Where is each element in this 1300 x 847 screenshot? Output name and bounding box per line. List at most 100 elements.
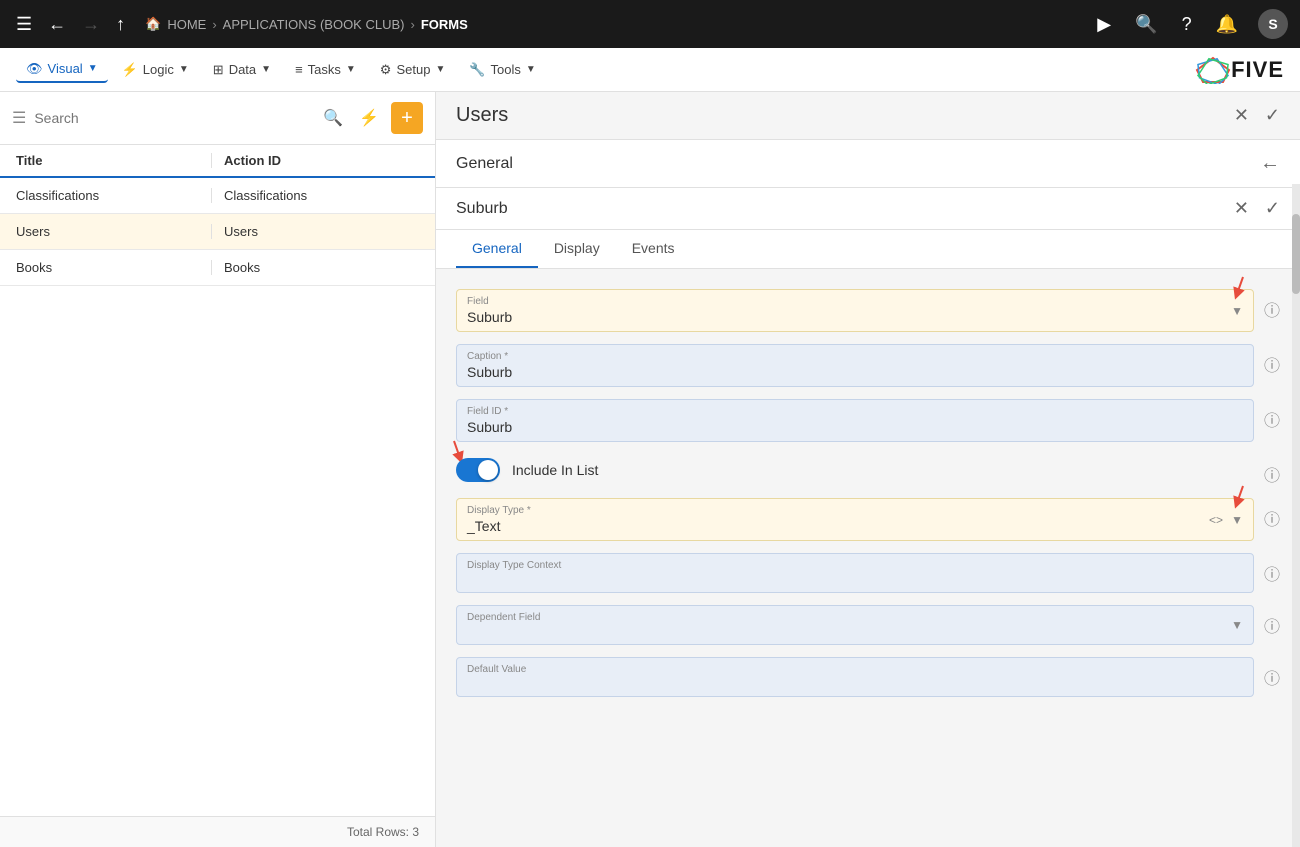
fieldid-field[interactable]: Field ID * Suburb [456, 399, 1254, 442]
suburb-close-icon[interactable]: ✕ [1234, 198, 1249, 219]
display-type-context-field[interactable]: Display Type Context [456, 553, 1254, 593]
filter-icon[interactable]: ☰ [12, 108, 26, 128]
table-row[interactable]: Classifications Classifications [0, 178, 435, 214]
field-dropdown-arrow: ▼ [1231, 304, 1243, 318]
caption-help-icon[interactable]: ⓘ [1264, 352, 1280, 376]
display-type-value: _Text [467, 518, 1243, 534]
caption-wrap: Caption * Suburb [456, 344, 1254, 387]
field-label: Field [467, 296, 1243, 307]
scrollbar-thumb[interactable] [1292, 214, 1300, 294]
display-type-help-icon[interactable]: ⓘ [1264, 506, 1280, 530]
logic-icon: ⚡ [122, 62, 138, 78]
users-header-icons: ✕ ✓ [1234, 105, 1280, 126]
form-content: Field Suburb ▼ ⓘ Caption [436, 269, 1300, 847]
help-global-icon[interactable]: ? [1178, 10, 1196, 39]
row-books-action: Books [211, 260, 419, 275]
row-classifications-title: Classifications [16, 188, 211, 203]
back-nav-icon[interactable]: ← [44, 10, 70, 39]
include-list-label: Include In List [512, 462, 598, 478]
back-arrow-icon[interactable]: ← [1260, 152, 1280, 175]
tasks-icon: ≡ [295, 62, 303, 77]
tools-chevron: ▼ [526, 64, 536, 75]
caption-field[interactable]: Caption * Suburb [456, 344, 1254, 387]
home-icon: 🏠 [145, 16, 161, 32]
main-layout: ☰ 🔍 ⚡ + Title Action ID Classifications … [0, 92, 1300, 847]
dependent-field-wrap: Dependent Field ▼ [456, 605, 1254, 645]
table-row[interactable]: Books Books [0, 250, 435, 286]
field-field[interactable]: Field Suburb ▼ [456, 289, 1254, 332]
lightning-icon[interactable]: ⚡ [355, 104, 383, 132]
scrollbar-track[interactable] [1292, 184, 1300, 847]
display-type-context-row: Display Type Context ⓘ [456, 553, 1280, 593]
search-icon[interactable]: 🔍 [319, 104, 347, 132]
fieldid-row: Field ID * Suburb ⓘ [456, 399, 1280, 442]
row-users-title: Users [16, 224, 211, 239]
left-footer: Total Rows: 3 [0, 816, 435, 847]
general-section: General ← [436, 140, 1300, 188]
default-value-wrap: Default Value [456, 657, 1254, 697]
nav-visual[interactable]: 👁 Visual ▼ [16, 57, 108, 83]
field-help-icon[interactable]: ⓘ [1264, 297, 1280, 321]
row-books-title: Books [16, 260, 211, 275]
left-toolbar: ☰ 🔍 ⚡ + [0, 92, 435, 145]
add-button[interactable]: + [391, 102, 423, 134]
nav-setup[interactable]: ⚙ Setup ▼ [370, 58, 456, 82]
default-value-field[interactable]: Default Value [456, 657, 1254, 697]
table-header: Title Action ID [0, 145, 435, 178]
table-row[interactable]: Users Users [0, 214, 435, 250]
suburb-check-icon[interactable]: ✓ [1265, 198, 1280, 219]
nav-logic[interactable]: ⚡ Logic ▼ [112, 58, 199, 82]
tab-events[interactable]: Events [616, 230, 691, 268]
hamburger-icon[interactable]: ☰ [12, 10, 36, 39]
avatar[interactable]: S [1258, 9, 1288, 39]
default-value-row: Default Value ⓘ [456, 657, 1280, 697]
visual-chevron: ▼ [88, 63, 98, 74]
fieldid-value: Suburb [467, 419, 1243, 435]
include-list-row: Include In List ⓘ [456, 454, 1280, 486]
fieldid-wrap: Field ID * Suburb [456, 399, 1254, 442]
play-icon[interactable]: ▶ [1093, 10, 1115, 39]
suburb-title: Suburb [456, 200, 1234, 218]
nav-data[interactable]: ⊞ Data ▼ [203, 58, 281, 82]
nav-tools[interactable]: 🔧 Tools ▼ [459, 58, 545, 82]
dependent-field-field[interactable]: Dependent Field ▼ [456, 605, 1254, 645]
fieldid-help-icon[interactable]: ⓘ [1264, 407, 1280, 431]
tab-general[interactable]: General [456, 230, 538, 268]
default-value-label: Default Value [467, 664, 1243, 675]
suburb-header-icons: ✕ ✓ [1234, 198, 1280, 219]
tab-display[interactable]: Display [538, 230, 616, 268]
right-content: Users ✕ ✓ General ← Suburb ✕ ✓ General D… [436, 92, 1300, 847]
field-value: Suburb [467, 309, 1243, 325]
field-row: Field Suburb ▼ ⓘ [456, 289, 1280, 332]
display-type-wrap: Display Type * _Text <> ▼ [456, 498, 1254, 541]
include-list-help-icon[interactable]: ⓘ [1264, 462, 1280, 486]
breadcrumb-forms[interactable]: FORMS [421, 17, 468, 32]
caption-row: Caption * Suburb ⓘ [456, 344, 1280, 387]
bell-icon[interactable]: 🔔 [1212, 10, 1242, 39]
dependent-field-help-icon[interactable]: ⓘ [1264, 613, 1280, 637]
top-nav-bar: ☰ ← → ↑ 🏠 HOME › APPLICATIONS (BOOK CLUB… [0, 0, 1300, 48]
setup-icon: ⚙ [380, 62, 392, 78]
display-type-field[interactable]: Display Type * _Text <> ▼ [456, 498, 1254, 541]
close-icon[interactable]: ✕ [1234, 105, 1249, 126]
display-type-context-wrap: Display Type Context [456, 553, 1254, 593]
include-list-toggle[interactable] [456, 458, 500, 482]
breadcrumb-sep-1: › [212, 17, 216, 32]
display-type-dropdown-arrow: ▼ [1231, 513, 1243, 527]
search-input[interactable] [34, 110, 311, 126]
default-value-help-icon[interactable]: ⓘ [1264, 665, 1280, 689]
second-nav-bar: 👁 Visual ▼ ⚡ Logic ▼ ⊞ Data ▼ ≡ Tasks ▼ … [0, 48, 1300, 92]
breadcrumb: 🏠 HOME › APPLICATIONS (BOOK CLUB) › FORM… [145, 16, 468, 32]
forward-nav-icon[interactable]: → [78, 10, 104, 39]
row-classifications-action: Classifications [211, 188, 419, 203]
dependent-field-label: Dependent Field [467, 612, 1243, 623]
top-right-icons: ▶ 🔍 ? 🔔 S [1093, 9, 1288, 39]
search-global-icon[interactable]: 🔍 [1131, 10, 1161, 39]
display-type-context-help-icon[interactable]: ⓘ [1264, 561, 1280, 585]
check-icon[interactable]: ✓ [1265, 105, 1280, 126]
up-nav-icon[interactable]: ↑ [112, 10, 129, 39]
breadcrumb-appclub[interactable]: APPLICATIONS (BOOK CLUB) [223, 17, 405, 32]
breadcrumb-home[interactable]: HOME [167, 17, 206, 32]
nav-tasks[interactable]: ≡ Tasks ▼ [285, 58, 366, 81]
users-header: Users ✕ ✓ [436, 92, 1300, 140]
